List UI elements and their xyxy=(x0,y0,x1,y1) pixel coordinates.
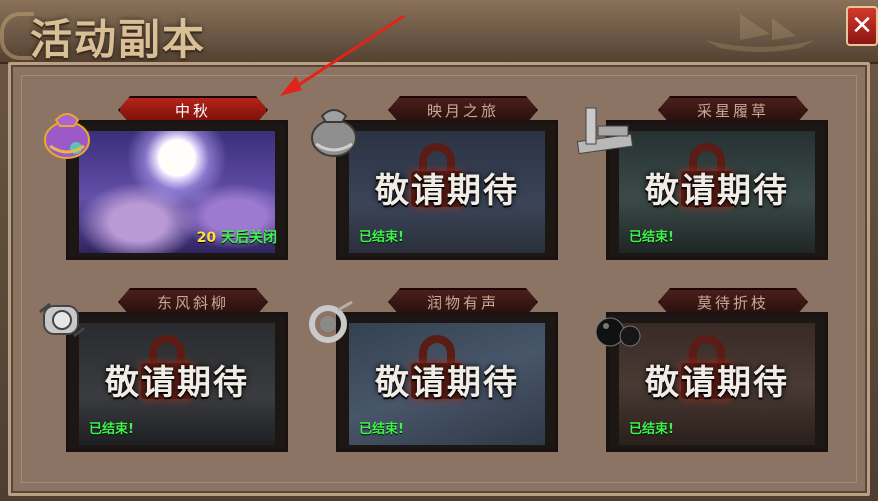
ended-text: 已结束! xyxy=(359,422,404,437)
countdown-label: 天后关闭 xyxy=(221,230,277,246)
card-title: 东风斜柳 xyxy=(156,294,229,312)
ended-text: 已结束! xyxy=(629,230,674,245)
countdown-days: 20 xyxy=(196,230,217,246)
window-header: 活动副本 xyxy=(0,0,878,64)
coming-soon-text: 敬请期待 xyxy=(105,363,249,403)
card-title: 莫待折枝 xyxy=(696,294,769,312)
ended-text: 已结束! xyxy=(359,230,404,245)
coming-soon-text: 敬请期待 xyxy=(375,171,519,211)
coming-soon-text: 敬请期待 xyxy=(375,363,519,403)
dungeon-card-moon-journey[interactable]: 映月之旅 敬请期待 已结束! xyxy=(311,96,560,264)
window-title: 活动副本 xyxy=(30,15,207,64)
ended-text: 已结束! xyxy=(629,422,674,437)
purple-pouch-icon xyxy=(44,113,90,159)
card-preview: 敬请期待 已结束! xyxy=(336,120,558,260)
silver-pouch-icon xyxy=(311,109,357,157)
card-title: 润物有声 xyxy=(426,294,499,312)
card-preview: 20 天后关闭 xyxy=(66,120,288,260)
black-orb-icon xyxy=(595,317,641,347)
header-ornament xyxy=(0,12,34,60)
close-button[interactable]: ✕ xyxy=(846,6,878,46)
silver-bars-icon xyxy=(576,107,634,155)
silver-ring-icon xyxy=(309,300,353,343)
card-title: 中秋 xyxy=(174,102,211,120)
card-preview: 敬请期待 已结束! xyxy=(66,312,288,452)
dungeon-card-moist-things[interactable]: 润物有声 敬请期待 已结束! xyxy=(309,288,560,456)
close-icon: ✕ xyxy=(851,11,873,41)
dungeon-card-star-grass[interactable]: 采星履草 敬请期待 已结束! xyxy=(576,96,830,264)
ship-ornament-icon xyxy=(705,14,815,52)
activity-dungeon-window: 活动副本 ✕ 中秋 20 天后关闭 映月之旅 敬请期待 已结束! 采星履草 敬请… xyxy=(0,0,878,501)
card-preview: 敬请期待 已结束! xyxy=(336,312,558,452)
coming-soon-text: 敬请期待 xyxy=(645,171,789,211)
dungeon-card-east-wind[interactable]: 东风斜柳 敬请期待 已结束! xyxy=(39,288,290,456)
dungeon-card-mid-autumn[interactable]: 中秋 20 天后关闭 xyxy=(44,96,290,264)
scroll-icon xyxy=(39,302,85,338)
card-title: 映月之旅 xyxy=(426,102,499,120)
ended-text: 已结束! xyxy=(89,422,134,437)
card-preview: 敬请期待 已结束! xyxy=(606,120,828,260)
dungeon-card-dont-wait[interactable]: 莫待折枝 敬请期待 已结束! xyxy=(595,288,830,456)
coming-soon-text: 敬请期待 xyxy=(645,363,789,403)
card-title: 采星履草 xyxy=(696,102,769,120)
